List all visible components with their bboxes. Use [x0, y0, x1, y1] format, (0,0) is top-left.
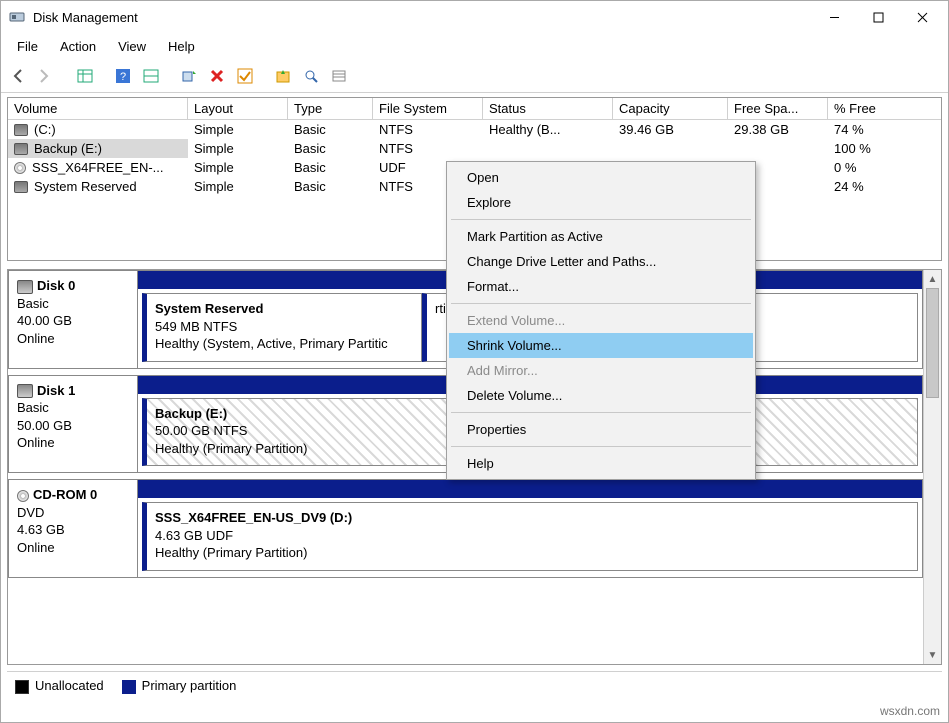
menu-action[interactable]: Action: [50, 35, 106, 58]
scroll-thumb[interactable]: [926, 288, 939, 398]
col-layout[interactable]: Layout: [188, 98, 288, 119]
legend-primary: Primary partition: [122, 678, 237, 694]
context-menu-item[interactable]: Help: [449, 451, 753, 476]
hdd-icon: [14, 181, 28, 193]
table-view-icon[interactable]: [73, 64, 97, 88]
window-title: Disk Management: [33, 10, 812, 25]
delete-icon[interactable]: [205, 64, 229, 88]
context-menu-item[interactable]: Change Drive Letter and Paths...: [449, 249, 753, 274]
scroll-down-icon[interactable]: ▼: [924, 646, 941, 664]
check-icon[interactable]: [233, 64, 257, 88]
volume-name: SSS_X64FREE_EN-...: [32, 160, 164, 175]
volume-list-header: Volume Layout Type File System Status Ca…: [8, 98, 941, 120]
disk-info-pane[interactable]: Disk 1Basic50.00 GBOnline: [8, 375, 138, 474]
title-bar: Disk Management: [1, 1, 948, 33]
context-menu-item[interactable]: Shrink Volume...: [449, 333, 753, 358]
context-menu-separator: [451, 412, 751, 413]
menu-view[interactable]: View: [108, 35, 156, 58]
volume-row[interactable]: (C:)SimpleBasicNTFSHealthy (B...39.46 GB…: [8, 120, 941, 139]
context-menu-separator: [451, 446, 751, 447]
col-capacity[interactable]: Capacity: [613, 98, 728, 119]
col-filesystem[interactable]: File System: [373, 98, 483, 119]
context-menu-item: Extend Volume...: [449, 308, 753, 333]
menu-help[interactable]: Help: [158, 35, 205, 58]
detail-view-icon[interactable]: [139, 64, 163, 88]
cd-icon: [17, 490, 29, 502]
legend-unallocated: Unallocated: [15, 678, 104, 694]
context-menu-item: Add Mirror...: [449, 358, 753, 383]
scroll-up-icon[interactable]: ▲: [924, 270, 941, 288]
app-icon: [9, 9, 25, 25]
context-menu-separator: [451, 219, 751, 220]
context-menu-item[interactable]: Properties: [449, 417, 753, 442]
menu-file[interactable]: File: [7, 35, 48, 58]
col-pct-free[interactable]: % Free: [828, 98, 941, 119]
refresh-icon[interactable]: [177, 64, 201, 88]
context-menu-item[interactable]: Mark Partition as Active: [449, 224, 753, 249]
context-menu: OpenExplore Mark Partition as ActiveChang…: [446, 161, 756, 480]
context-menu-separator: [451, 303, 751, 304]
hdd-icon: [17, 280, 33, 294]
volume-name: Backup (E:): [34, 141, 102, 156]
col-volume[interactable]: Volume: [8, 98, 188, 119]
disk-row: CD-ROM 0DVD4.63 GBOnlineSSS_X64FREE_EN-U…: [8, 479, 923, 584]
disk-info-pane[interactable]: CD-ROM 0DVD4.63 GBOnline: [8, 479, 138, 578]
new-volume-icon[interactable]: [271, 64, 295, 88]
legend: Unallocated Primary partition: [7, 671, 942, 700]
partition-group: SSS_X64FREE_EN-US_DV9 (D:)4.63 GB UDFHea…: [138, 479, 923, 578]
col-free[interactable]: Free Spa...: [728, 98, 828, 119]
menu-bar: File Action View Help: [1, 33, 948, 62]
toolbar: ?: [1, 62, 948, 93]
context-menu-item[interactable]: Open: [449, 165, 753, 190]
hdd-icon: [17, 384, 33, 398]
disk-map-scrollbar[interactable]: ▲ ▼: [923, 270, 941, 664]
hdd-icon: [14, 143, 28, 155]
volume-name: System Reserved: [34, 179, 137, 194]
help-icon[interactable]: ?: [111, 64, 135, 88]
watermark: wsxdn.com: [1, 700, 948, 722]
list-icon[interactable]: [327, 64, 351, 88]
back-button[interactable]: [7, 64, 31, 88]
disk-info-pane[interactable]: Disk 0Basic40.00 GBOnline: [8, 270, 138, 369]
context-menu-item[interactable]: Explore: [449, 190, 753, 215]
col-type[interactable]: Type: [288, 98, 373, 119]
scroll-track[interactable]: [924, 288, 941, 646]
hdd-icon: [14, 124, 28, 136]
partition-bar: [138, 480, 922, 498]
partition[interactable]: System Reserved549 MB NTFSHealthy (Syste…: [142, 293, 422, 362]
volume-row[interactable]: Backup (E:)SimpleBasicNTFS100 %: [8, 139, 941, 158]
maximize-button[interactable]: [856, 2, 900, 32]
context-menu-item[interactable]: Delete Volume...: [449, 383, 753, 408]
context-menu-item[interactable]: Format...: [449, 274, 753, 299]
zoom-icon[interactable]: [299, 64, 323, 88]
partition[interactable]: SSS_X64FREE_EN-US_DV9 (D:)4.63 GB UDFHea…: [142, 502, 918, 571]
col-status[interactable]: Status: [483, 98, 613, 119]
cd-icon: [14, 162, 26, 174]
volume-name: (C:): [34, 122, 56, 137]
close-button[interactable]: [900, 2, 944, 32]
minimize-button[interactable]: [812, 2, 856, 32]
svg-text:?: ?: [120, 71, 126, 83]
forward-button[interactable]: [31, 64, 55, 88]
